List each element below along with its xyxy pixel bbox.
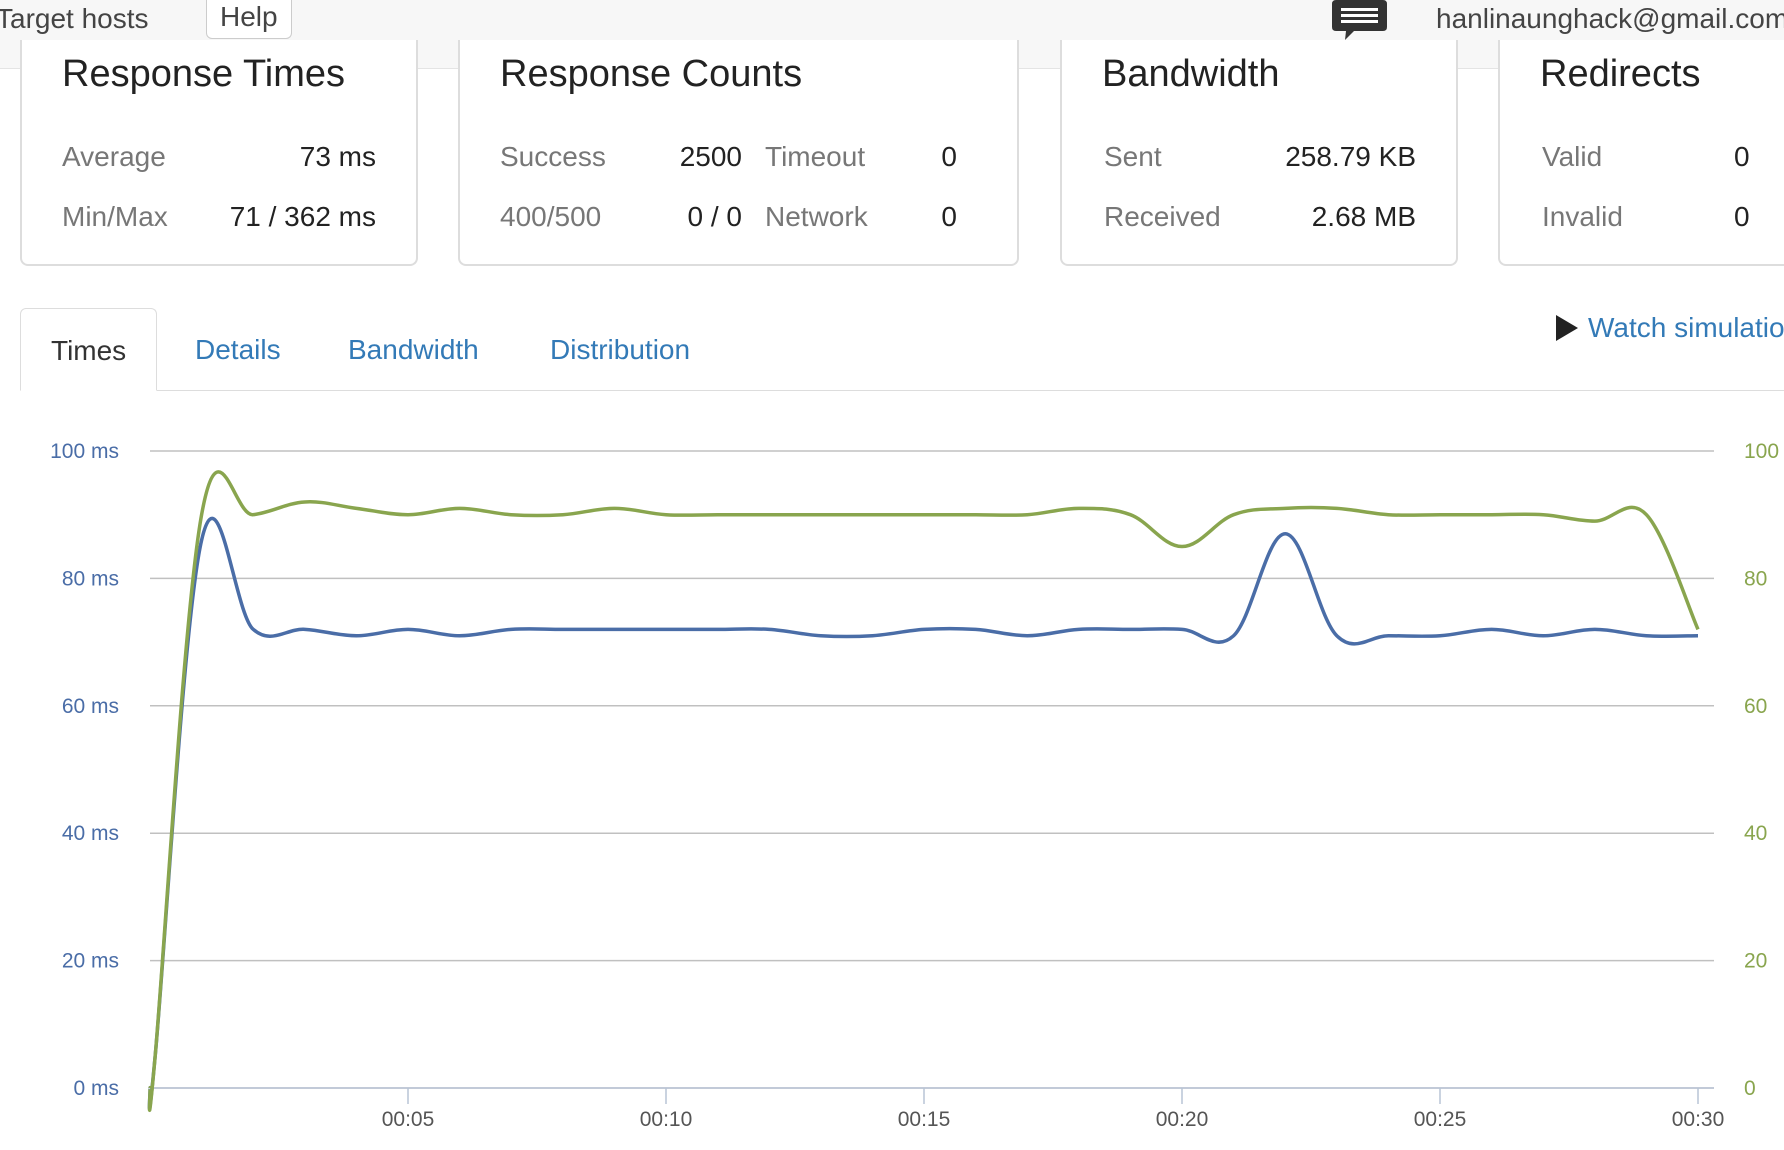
y-tick-label-right: 20 — [1744, 950, 1767, 973]
page: Target hosts Help hanlinaunghack@gmail.c… — [0, 0, 1784, 1150]
response-times-chart: 0 ms 20 ms 40 ms 60 ms 80 ms 100 ms 0 20 40 60 80 1… — [50, 440, 1779, 1131]
y-tick-label-left: 100 ms — [50, 440, 119, 463]
y-tick-label-right: 80 — [1744, 567, 1767, 590]
y-tick-label-left: 60 ms — [62, 695, 119, 718]
series-line — [147, 470, 1700, 1112]
x-tick-label: 00:10 — [640, 1108, 693, 1131]
y-tick-label-right: 0 — [1744, 1077, 1756, 1100]
y-tick-label-left: 0 ms — [73, 1077, 119, 1100]
y-tick-label-right: 40 — [1744, 822, 1767, 845]
series-line — [147, 516, 1699, 1111]
x-tick-label: 00:30 — [1672, 1108, 1725, 1131]
y-tick-label-right: 100 — [1744, 440, 1779, 463]
y-tick-label-left: 80 ms — [62, 567, 119, 590]
y-tick-label-left: 20 ms — [62, 950, 119, 973]
y-tick-label-right: 60 — [1744, 695, 1767, 718]
x-tick-label: 00:20 — [1156, 1108, 1209, 1131]
y-tick-label-left: 40 ms — [62, 822, 119, 845]
x-tick-label: 00:05 — [382, 1108, 435, 1131]
x-tick-label: 00:15 — [898, 1108, 951, 1131]
x-tick-label: 00:25 — [1414, 1108, 1467, 1131]
